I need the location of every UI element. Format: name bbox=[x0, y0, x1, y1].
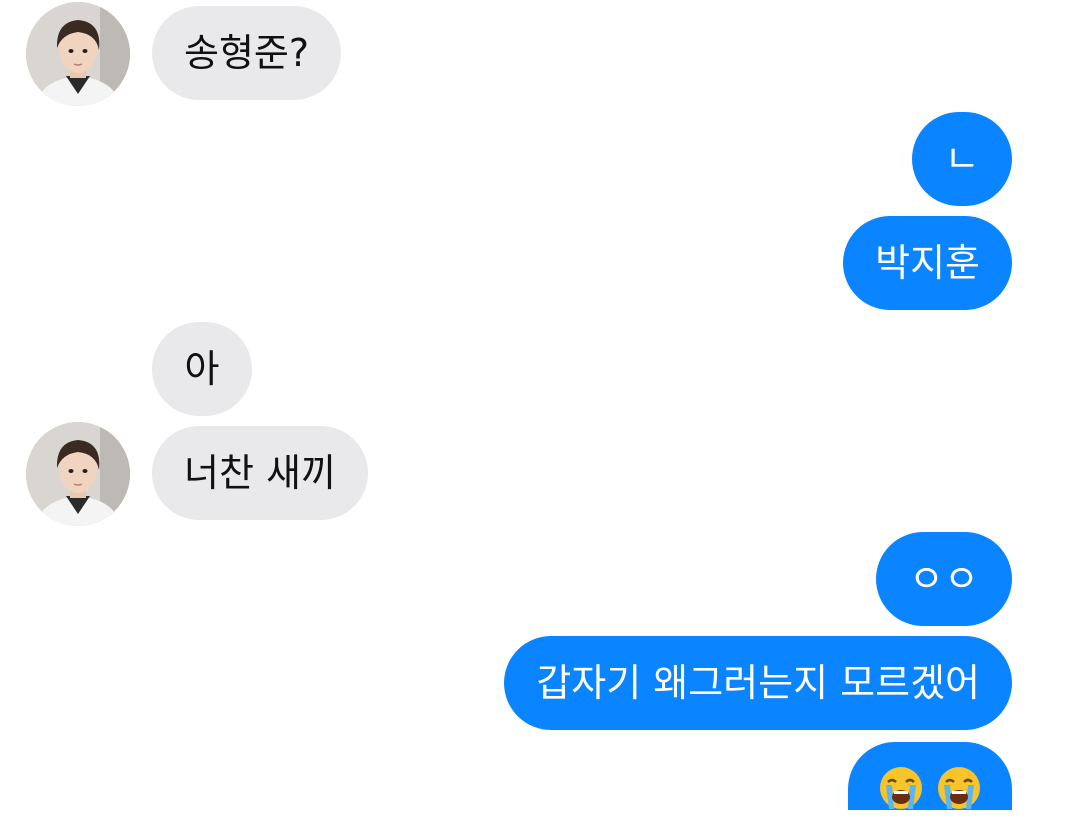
message-bubble-incoming[interactable]: 아 bbox=[152, 322, 252, 416]
message-bubble-outgoing[interactable]: 갑자기 왜그러는지 모르겠어 bbox=[504, 636, 1012, 730]
loudly-crying-face-icon bbox=[938, 766, 981, 809]
avatar[interactable] bbox=[26, 422, 130, 526]
message-text: 박지훈 bbox=[875, 241, 980, 285]
message-bubble-outgoing[interactable]: ㄴ bbox=[912, 112, 1012, 206]
message-bubble-outgoing[interactable]: ㅇㅇ bbox=[876, 532, 1012, 626]
avatar-photo bbox=[26, 2, 130, 106]
loudly-crying-face-icon bbox=[879, 766, 922, 809]
message-text: 아 bbox=[184, 347, 220, 391]
emoji-list bbox=[878, 766, 982, 812]
message-bubble-outgoing[interactable] bbox=[848, 742, 1012, 810]
message-text: 갑자기 왜그러는지 모르겠어 bbox=[536, 661, 980, 705]
message-bubble-incoming[interactable]: 너찬 새끼 bbox=[152, 426, 368, 520]
message-text: 송형준? bbox=[184, 31, 310, 75]
avatar-photo bbox=[26, 422, 130, 526]
message-bubble-outgoing[interactable]: 박지훈 bbox=[843, 216, 1012, 310]
message-text: ㅇㅇ bbox=[909, 557, 979, 601]
message-bubble-incoming[interactable]: 송형준? bbox=[152, 6, 342, 100]
avatar[interactable] bbox=[26, 2, 130, 106]
message-text: 너찬 새끼 bbox=[184, 451, 336, 495]
message-text: ㄴ bbox=[944, 137, 980, 181]
